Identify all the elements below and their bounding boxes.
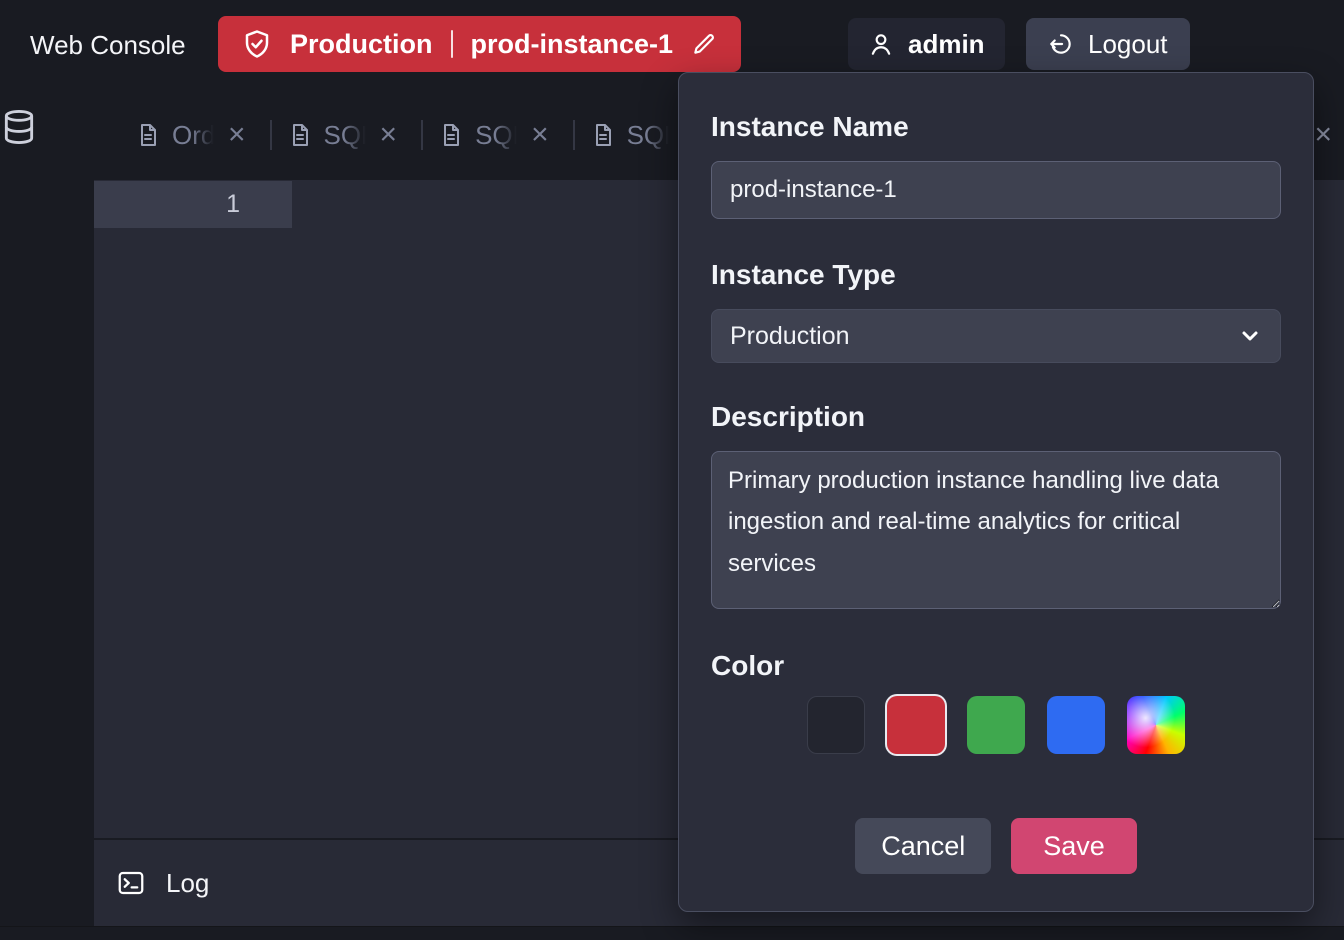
logout-button[interactable]: Logout (1026, 18, 1190, 70)
tab-label: Ord (172, 120, 216, 151)
tab-divider (270, 120, 272, 150)
user-icon (868, 31, 894, 57)
instance-type-label: Instance Type (711, 259, 1281, 291)
tab-close-icon[interactable]: × (228, 120, 246, 150)
chevron-down-icon (1238, 324, 1262, 348)
cancel-button[interactable]: Cancel (855, 818, 991, 874)
instance-type-label: Production (290, 29, 433, 60)
tab-divider (573, 120, 575, 150)
tab-close-icon[interactable]: × (531, 120, 549, 150)
instance-name-label: prod-instance-1 (471, 29, 674, 60)
instance-settings-dialog: Instance Name Instance Type Production D… (678, 72, 1314, 912)
left-sidebar (0, 90, 94, 940)
tab-label: SQL (475, 120, 519, 151)
edit-instance-icon[interactable] (691, 31, 717, 57)
file-icon (136, 123, 160, 147)
color-label: Color (711, 650, 1281, 682)
dialog-buttons: Cancel Save (711, 818, 1281, 874)
description-textarea[interactable]: Primary production instance handling liv… (711, 451, 1281, 609)
save-button[interactable]: Save (1011, 818, 1137, 874)
color-swatch-default[interactable] (807, 696, 865, 754)
user-chip[interactable]: admin (848, 18, 1005, 70)
file-icon (591, 123, 615, 147)
tab-divider (421, 120, 423, 150)
instance-type-value: Production (730, 322, 850, 351)
logout-icon (1048, 31, 1074, 57)
tab-close-icon[interactable]: × (380, 120, 398, 150)
instance-badge[interactable]: Production prod-instance-1 (218, 16, 741, 72)
instance-type-select[interactable]: Production (711, 309, 1281, 363)
tab-label: SQL (324, 120, 368, 151)
editor-tab[interactable]: SQL × (280, 120, 414, 151)
tab-label: SQL (627, 120, 671, 151)
editor-tab[interactable]: SQL × (431, 120, 565, 151)
instance-name-label: Instance Name (711, 111, 1281, 143)
tab-list: Ord×SQL×SQL×SQL× (128, 120, 716, 151)
color-swatch-green[interactable] (967, 696, 1025, 754)
log-label: Log (166, 868, 209, 899)
badge-divider (451, 30, 453, 58)
editor-tab[interactable]: Ord × (128, 120, 262, 151)
color-swatch-red[interactable] (887, 696, 945, 754)
user-name: admin (908, 29, 985, 60)
status-bar (0, 926, 1344, 940)
color-swatch-rainbow[interactable] (1127, 696, 1185, 754)
database-icon[interactable] (0, 108, 94, 146)
color-swatch-blue[interactable] (1047, 696, 1105, 754)
editor-active-line: 1 (94, 181, 292, 228)
line-number: 1 (226, 190, 240, 219)
description-label: Description (711, 401, 1281, 433)
color-swatch-row (711, 696, 1281, 754)
file-icon (439, 123, 463, 147)
instance-name-input[interactable] (711, 161, 1281, 219)
app-title: Web Console (30, 0, 186, 90)
panel-close-icon[interactable]: × (1314, 90, 1332, 180)
shield-check-icon (242, 29, 272, 59)
file-icon (288, 123, 312, 147)
logout-label: Logout (1088, 29, 1168, 60)
terminal-icon (116, 868, 146, 898)
